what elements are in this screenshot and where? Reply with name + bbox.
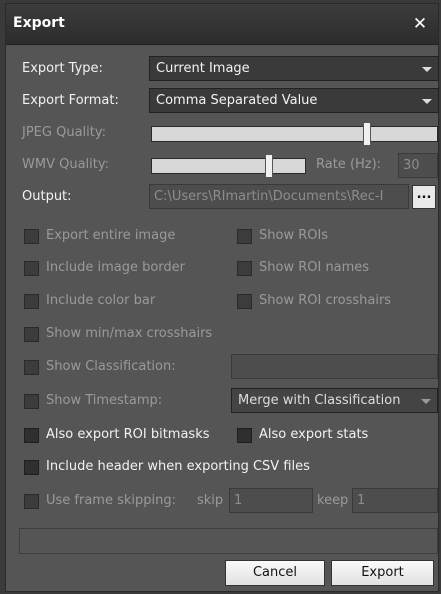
export-format-value: Comma Separated Value — [156, 93, 318, 108]
rate-label: Rate (Hz): — [316, 157, 382, 172]
skip-field[interactable]: 1 — [229, 488, 313, 513]
show-classification-label: Show Classification: — [46, 359, 176, 374]
also-export-stats-checkbox[interactable] — [237, 428, 252, 443]
chevron-down-icon[interactable] — [413, 389, 437, 412]
dialog-title: Export — [13, 15, 65, 31]
export-type-dropdown[interactable]: Current Image — [149, 56, 439, 81]
export-format-dropdown[interactable]: Comma Separated Value — [149, 88, 439, 113]
show-roi-crosshairs-label: Show ROI crosshairs — [259, 293, 392, 308]
include-image-border-label: Include image border — [46, 260, 185, 275]
show-classification-checkbox[interactable] — [24, 360, 39, 375]
export-entire-image-label: Export entire image — [46, 228, 176, 243]
use-frame-skipping-checkbox[interactable] — [24, 494, 39, 509]
wmv-quality-slider[interactable] — [151, 154, 306, 178]
also-export-roi-bitmasks-checkbox[interactable] — [24, 428, 39, 443]
show-timestamp-label: Show Timestamp: — [46, 393, 163, 408]
include-color-bar-label: Include color bar — [46, 293, 156, 308]
show-timestamp-checkbox[interactable] — [24, 394, 39, 409]
show-rois-checkbox[interactable] — [237, 229, 252, 244]
jpeg-quality-label: JPEG Quality: — [22, 125, 106, 140]
jpeg-quality-thumb[interactable] — [363, 122, 371, 146]
show-roi-crosshairs-checkbox[interactable] — [237, 294, 252, 309]
export-type-label: Export Type: — [22, 61, 103, 76]
show-minmax-crosshairs-checkbox[interactable] — [24, 327, 39, 342]
chevron-down-icon[interactable] — [414, 89, 438, 112]
keep-value: 1 — [357, 493, 366, 508]
wmv-quality-label: WMV Quality: — [22, 157, 109, 172]
skip-value: 1 — [234, 493, 243, 508]
rate-value: 30 — [403, 158, 420, 173]
browse-button[interactable]: ... — [412, 185, 436, 209]
timestamp-mode-value: Merge with Classification — [238, 393, 401, 408]
use-frame-skipping-label: Use frame skipping: — [46, 493, 176, 508]
include-color-bar-checkbox[interactable] — [24, 294, 39, 309]
also-export-roi-bitmasks-label: Also export ROI bitmasks — [46, 427, 210, 442]
classification-field[interactable] — [231, 354, 438, 379]
timestamp-mode-dropdown[interactable]: Merge with Classification — [231, 388, 438, 413]
rate-field[interactable]: 30 — [398, 153, 438, 178]
wmv-quality-thumb[interactable] — [265, 154, 273, 178]
keep-label: keep — [317, 493, 349, 508]
include-header-csv-label: Include header when exporting CSV files — [46, 459, 310, 474]
show-roi-names-checkbox[interactable] — [237, 261, 252, 276]
cancel-button[interactable]: Cancel — [225, 560, 325, 586]
title-bar[interactable]: Export ✕ — [6, 4, 438, 45]
output-path-field[interactable]: C:\Users\RImartin\Documents\Rec-I — [149, 184, 409, 209]
include-header-csv-checkbox[interactable] — [24, 460, 39, 475]
show-roi-names-label: Show ROI names — [259, 260, 370, 275]
export-dialog: Export ✕ Export Type: Current Image Expo… — [5, 3, 439, 592]
output-label: Output: — [22, 189, 72, 204]
close-icon[interactable]: ✕ — [408, 12, 432, 36]
export-type-value: Current Image — [156, 61, 250, 76]
chevron-down-icon[interactable] — [414, 57, 438, 80]
jpeg-quality-slider[interactable] — [151, 122, 438, 146]
export-format-label: Export Format: — [22, 93, 119, 108]
keep-field[interactable]: 1 — [352, 488, 438, 513]
show-minmax-crosshairs-label: Show min/max crosshairs — [46, 326, 213, 341]
export-button[interactable]: Export — [331, 560, 434, 586]
also-export-stats-label: Also export stats — [259, 427, 369, 442]
progress-bar — [19, 528, 438, 554]
skip-label: skip — [197, 493, 224, 508]
show-rois-label: Show ROIs — [259, 228, 329, 243]
output-path-value: C:\Users\RImartin\Documents\Rec-I — [154, 189, 384, 204]
export-entire-image-checkbox[interactable] — [24, 229, 39, 244]
include-image-border-checkbox[interactable] — [24, 261, 39, 276]
